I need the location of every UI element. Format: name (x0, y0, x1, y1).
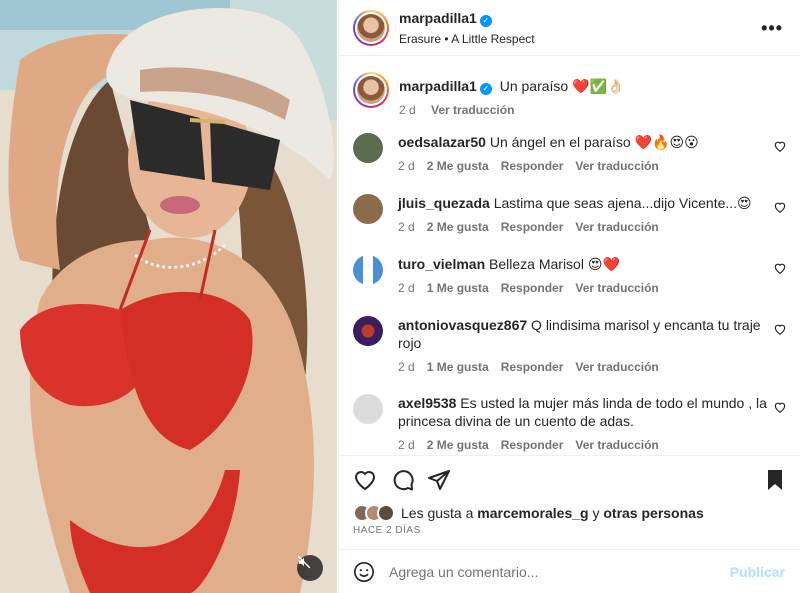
mute-toggle-button[interactable] (297, 555, 323, 581)
share-paper-plane-icon[interactable] (427, 468, 451, 492)
author-username[interactable]: marpadilla1 (399, 10, 477, 26)
comment-likes-count[interactable]: 1 Me gusta (427, 360, 489, 374)
reply-button[interactable]: Responder (501, 281, 564, 295)
translate-link[interactable]: Ver traducción (575, 159, 658, 173)
commenter-avatar[interactable] (353, 316, 383, 346)
post-details-panel: marpadilla1 ✓ Erasure • A Little Respect … (338, 0, 800, 593)
add-comment-bar: Publicar (339, 549, 800, 593)
comment-text: Un ángel en el paraíso ❤️🔥😍😮 (489, 134, 699, 150)
liker-username[interactable]: marcemorales_g (477, 505, 588, 521)
comment-likes-count[interactable]: 1 Me gusta (427, 281, 489, 295)
caption-text: Un paraíso ❤️✅👌🏻 (499, 78, 625, 94)
commenter-avatar[interactable] (353, 394, 383, 424)
comment-username[interactable]: antoniovasquez867 (398, 317, 527, 333)
comment-bubble-icon[interactable] (391, 468, 415, 492)
translate-link[interactable]: Ver traducción (575, 438, 658, 452)
translate-link[interactable]: Ver traducción (575, 220, 658, 234)
comment-likes-count[interactable]: 2 Me gusta (427, 438, 489, 452)
like-heart-icon[interactable] (353, 468, 377, 492)
reply-button[interactable]: Responder (501, 360, 564, 374)
emoji-smiley-icon[interactable] (353, 561, 375, 583)
comment-item: turo_vielman Belleza Marisol 😍❤️ 2 d 1 Me… (353, 255, 793, 295)
post-photo (0, 0, 337, 593)
like-comment-heart-icon[interactable] (773, 139, 787, 153)
verified-badge-icon: ✓ (479, 83, 492, 95)
post-action-bar (339, 455, 800, 501)
comment-time: 2 d (398, 220, 415, 234)
comment-username[interactable]: turo_vielman (398, 256, 485, 272)
more-options-button[interactable]: ••• (761, 18, 783, 39)
saved-bookmark-icon[interactable] (763, 468, 787, 492)
like-comment-heart-icon[interactable] (773, 400, 787, 414)
like-comment-heart-icon[interactable] (773, 322, 787, 336)
comment-time: 2 d (398, 360, 415, 374)
comment-likes-count[interactable]: 2 Me gusta (427, 220, 489, 234)
post-caption: marpadilla1 ✓ Un paraíso ❤️✅👌🏻 2 d Ver tr… (353, 72, 793, 117)
comment-item: jluis_quezada Lastima que seas ajena...d… (353, 194, 793, 234)
likes-summary: Les gusta a marcemorales_g y otras perso… (353, 504, 704, 522)
comment-input[interactable] (389, 563, 709, 580)
comment-item: axel9538 Es usted la mujer más linda de … (353, 394, 793, 452)
translate-link[interactable]: Ver traducción (575, 360, 658, 374)
commenter-avatar[interactable] (353, 194, 383, 224)
comment-text: Lastima que seas ajena...dijo Vicente...… (493, 195, 752, 211)
liker-avatar[interactable] (377, 504, 395, 522)
reply-button[interactable]: Responder (501, 438, 564, 452)
comment-item: oedsalazar50 Un ángel en el paraíso ❤️🔥😍… (353, 133, 793, 173)
commenter-avatar[interactable] (353, 255, 383, 285)
comment-text: Belleza Marisol 😍❤️ (489, 256, 620, 272)
post-timestamp[interactable]: HACE 2 DÍAS (353, 525, 421, 536)
comment-username[interactable]: jluis_quezada (398, 195, 490, 211)
likes-prefix: Les gusta a (401, 505, 474, 521)
caption-username[interactable]: marpadilla1 (399, 78, 477, 94)
caption-avatar[interactable] (353, 72, 389, 108)
post-header: marpadilla1 ✓ Erasure • A Little Respect … (339, 0, 800, 56)
audio-track-link[interactable]: Erasure • A Little Respect (399, 32, 535, 46)
post-media[interactable] (0, 0, 337, 593)
like-comment-heart-icon[interactable] (773, 261, 787, 275)
translate-link[interactable]: Ver traducción (575, 281, 658, 295)
caption-time: 2 d (399, 103, 416, 117)
speaker-muted-icon (297, 555, 311, 569)
reply-button[interactable]: Responder (501, 159, 564, 173)
comment-username[interactable]: axel9538 (398, 395, 456, 411)
publish-button[interactable]: Publicar (730, 564, 785, 580)
caption-translate-link[interactable]: Ver traducción (431, 103, 514, 117)
comment-likes-count[interactable]: 2 Me gusta (427, 159, 489, 173)
other-likers-link[interactable]: otras personas (603, 505, 703, 521)
comment-username[interactable]: oedsalazar50 (398, 134, 486, 150)
author-avatar[interactable] (353, 9, 389, 46)
commenter-avatar[interactable] (353, 133, 383, 163)
comment-time: 2 d (398, 281, 415, 295)
comment-time: 2 d (398, 438, 415, 452)
likes-joiner: y (592, 505, 600, 521)
verified-badge-icon: ✓ (479, 14, 492, 27)
comment-time: 2 d (398, 159, 415, 173)
comment-item: antoniovasquez867 Q lindisima marisol y … (353, 316, 793, 374)
like-comment-heart-icon[interactable] (773, 200, 787, 214)
reply-button[interactable]: Responder (501, 220, 564, 234)
